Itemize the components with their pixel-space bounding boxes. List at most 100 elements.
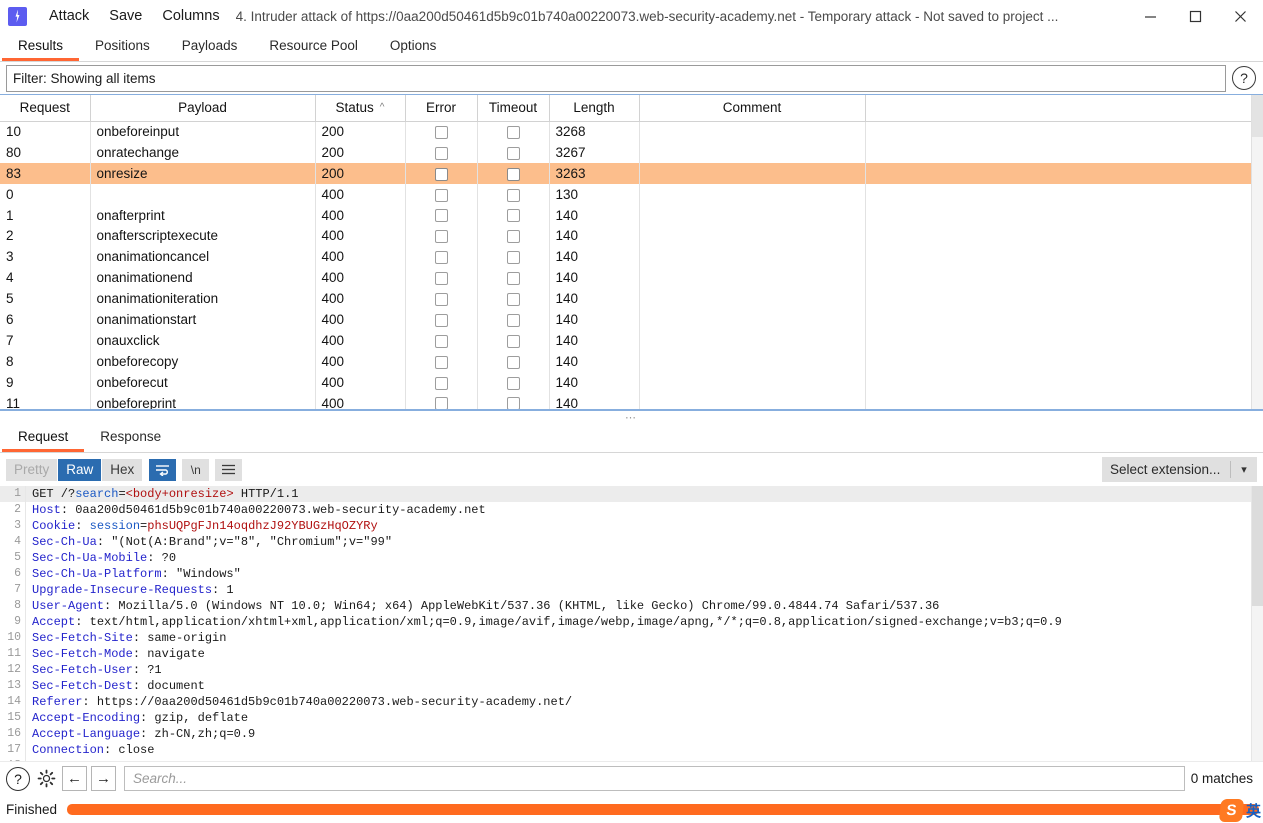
error-checkbox[interactable] xyxy=(434,167,448,181)
table-row[interactable]: 3 onanimationcancel 400 140 xyxy=(0,246,1253,268)
error-checkbox[interactable] xyxy=(434,230,448,244)
filter-bar[interactable]: Filter: Showing all items xyxy=(6,64,1226,92)
timeout-checkbox[interactable] xyxy=(506,230,520,244)
table-row[interactable]: 2 onafterscriptexecute 400 140 xyxy=(0,225,1253,247)
code-text[interactable]: Sec-Fetch-Dest: document xyxy=(26,678,205,694)
col-header-error[interactable]: Error xyxy=(405,95,478,122)
col-header-comment[interactable]: Comment xyxy=(639,95,866,122)
newline-icon[interactable]: \n xyxy=(182,458,210,481)
table-row[interactable]: 8 onbeforecopy 400 140 xyxy=(0,350,1253,372)
code-text[interactable]: Sec-Fetch-User: ?1 xyxy=(26,662,162,678)
code-text[interactable]: Referer: https://0aa200d50461d5b9c01b740… xyxy=(26,694,572,710)
panel-splitter[interactable]: ⋯ xyxy=(0,410,1263,424)
timeout-checkbox[interactable] xyxy=(506,272,520,286)
col-header-timeout[interactable]: Timeout xyxy=(477,95,550,122)
request-editor[interactable]: 1 GET /?search=<body+onresize> HTTP/1.1 2 H… xyxy=(0,486,1263,761)
code-text[interactable]: Host: 0aa200d50461d5b9c01b740a00220073.w… xyxy=(26,502,486,518)
error-checkbox[interactable] xyxy=(434,251,448,265)
col-header-length[interactable]: Length xyxy=(549,95,640,122)
timeout-checkbox[interactable] xyxy=(506,167,520,181)
results-scrollbar-thumb[interactable] xyxy=(1252,95,1263,137)
help-icon[interactable]: ? xyxy=(1232,66,1256,90)
hamburger-menu-icon[interactable] xyxy=(215,458,243,481)
table-row[interactable]: 5 onanimationiteration 400 140 xyxy=(0,288,1253,310)
arrow-right-icon[interactable]: → xyxy=(91,766,116,791)
error-checkbox[interactable] xyxy=(434,355,448,369)
code-text[interactable]: Accept-Language: zh-CN,zh;q=0.9 xyxy=(26,726,255,742)
tab-resource-pool[interactable]: Resource Pool xyxy=(253,33,374,61)
gear-icon[interactable] xyxy=(34,767,58,791)
timeout-checkbox[interactable] xyxy=(506,251,520,265)
error-checkbox[interactable] xyxy=(434,146,448,160)
table-row[interactable]: 10 onbeforeinput 200 3268 xyxy=(0,121,1253,142)
code-text[interactable]: User-Agent: Mozilla/5.0 (Windows NT 10.0… xyxy=(26,598,939,614)
table-row[interactable]: 0 400 130 xyxy=(0,183,1253,205)
code-text[interactable]: Sec-Fetch-Site: same-origin xyxy=(26,630,226,646)
code-text[interactable]: Connection: close xyxy=(26,742,154,758)
view-raw-button[interactable]: Raw xyxy=(58,458,102,481)
close-icon[interactable] xyxy=(1218,0,1263,33)
timeout-checkbox[interactable] xyxy=(506,146,520,160)
col-header-request[interactable]: Request xyxy=(0,95,91,122)
timeout-checkbox[interactable] xyxy=(506,209,520,223)
table-row[interactable]: 11 onbeforeprint 400 140 xyxy=(0,392,1253,409)
table-row[interactable]: 83 onresize 200 3263 xyxy=(0,162,1253,184)
error-checkbox[interactable] xyxy=(434,397,448,409)
word-wrap-icon[interactable] xyxy=(149,458,177,481)
code-text[interactable]: Upgrade-Insecure-Requests: 1 xyxy=(26,582,234,598)
code-text[interactable]: Sec-Ch-Ua: "(Not(A:Brand";v="8", "Chromi… xyxy=(26,534,392,550)
code-text[interactable]: Accept-Encoding: gzip, deflate xyxy=(26,710,248,726)
timeout-checkbox[interactable] xyxy=(506,376,520,390)
timeout-checkbox[interactable] xyxy=(506,293,520,306)
error-checkbox[interactable] xyxy=(434,334,448,348)
error-checkbox[interactable] xyxy=(434,313,448,327)
timeout-checkbox[interactable] xyxy=(506,188,520,202)
code-text[interactable]: Sec-Fetch-Mode: navigate xyxy=(26,646,205,662)
tab-payloads[interactable]: Payloads xyxy=(166,33,254,61)
code-text[interactable]: Accept: text/html,application/xhtml+xml,… xyxy=(26,614,1062,630)
error-checkbox[interactable] xyxy=(434,126,448,140)
code-text[interactable] xyxy=(26,758,32,761)
table-row[interactable]: 1 onafterprint 400 140 xyxy=(0,204,1253,226)
chevron-down-icon[interactable]: ▾ xyxy=(1231,463,1257,476)
table-row[interactable]: 9 onbeforecut 400 140 xyxy=(0,371,1253,393)
tab-results[interactable]: Results xyxy=(2,33,80,61)
code-text[interactable]: GET /?search=<body+onresize> HTTP/1.1 xyxy=(26,486,298,502)
view-hex-button[interactable]: Hex xyxy=(102,458,143,481)
col-header-status[interactable]: Status ^ xyxy=(315,95,406,122)
table-row[interactable]: 6 onanimationstart 400 140 xyxy=(0,309,1253,330)
menu-save[interactable]: Save xyxy=(99,0,152,33)
table-row[interactable]: 7 onauxclick 400 140 xyxy=(0,329,1253,351)
help-icon[interactable]: ? xyxy=(6,766,30,791)
tab-request[interactable]: Request xyxy=(2,424,85,452)
error-checkbox[interactable] xyxy=(434,272,448,286)
view-pretty-button[interactable]: Pretty xyxy=(6,458,58,481)
code-text[interactable]: Cookie: session=phsUQPgFJn14oqdhzJ92YBUG… xyxy=(26,518,378,534)
table-row[interactable]: 4 onanimationend 400 140 xyxy=(0,267,1253,289)
tab-response[interactable]: Response xyxy=(84,424,177,452)
col-header-payload[interactable]: Payload xyxy=(90,95,316,122)
maximize-icon[interactable] xyxy=(1173,0,1218,33)
select-extension-dropdown[interactable]: Select extension... ▾ xyxy=(1102,457,1257,482)
timeout-checkbox[interactable] xyxy=(506,126,520,140)
error-checkbox[interactable] xyxy=(434,376,448,390)
tab-positions[interactable]: Positions xyxy=(79,33,166,61)
timeout-checkbox[interactable] xyxy=(506,355,520,369)
menu-columns[interactable]: Columns xyxy=(152,0,229,33)
request-scrollbar-thumb[interactable] xyxy=(1252,486,1263,606)
timeout-checkbox[interactable] xyxy=(506,397,520,409)
error-checkbox[interactable] xyxy=(434,188,448,202)
timeout-checkbox[interactable] xyxy=(506,313,520,327)
arrow-left-icon[interactable]: ← xyxy=(62,766,87,791)
code-text[interactable]: Sec-Ch-Ua-Platform: "Windows" xyxy=(26,566,241,582)
table-row[interactable]: 80 onratechange 200 3267 xyxy=(0,141,1253,163)
search-input[interactable]: Search... xyxy=(124,766,1185,791)
timeout-checkbox[interactable] xyxy=(506,334,520,348)
code-text[interactable]: Sec-Ch-Ua-Mobile: ?0 xyxy=(26,550,176,566)
error-checkbox[interactable] xyxy=(434,293,448,306)
error-checkbox[interactable] xyxy=(434,209,448,223)
tab-options[interactable]: Options xyxy=(374,33,453,61)
menu-attack[interactable]: Attack xyxy=(39,0,99,33)
minimize-icon[interactable] xyxy=(1128,0,1173,33)
request-vertical-scrollbar[interactable] xyxy=(1251,486,1263,761)
